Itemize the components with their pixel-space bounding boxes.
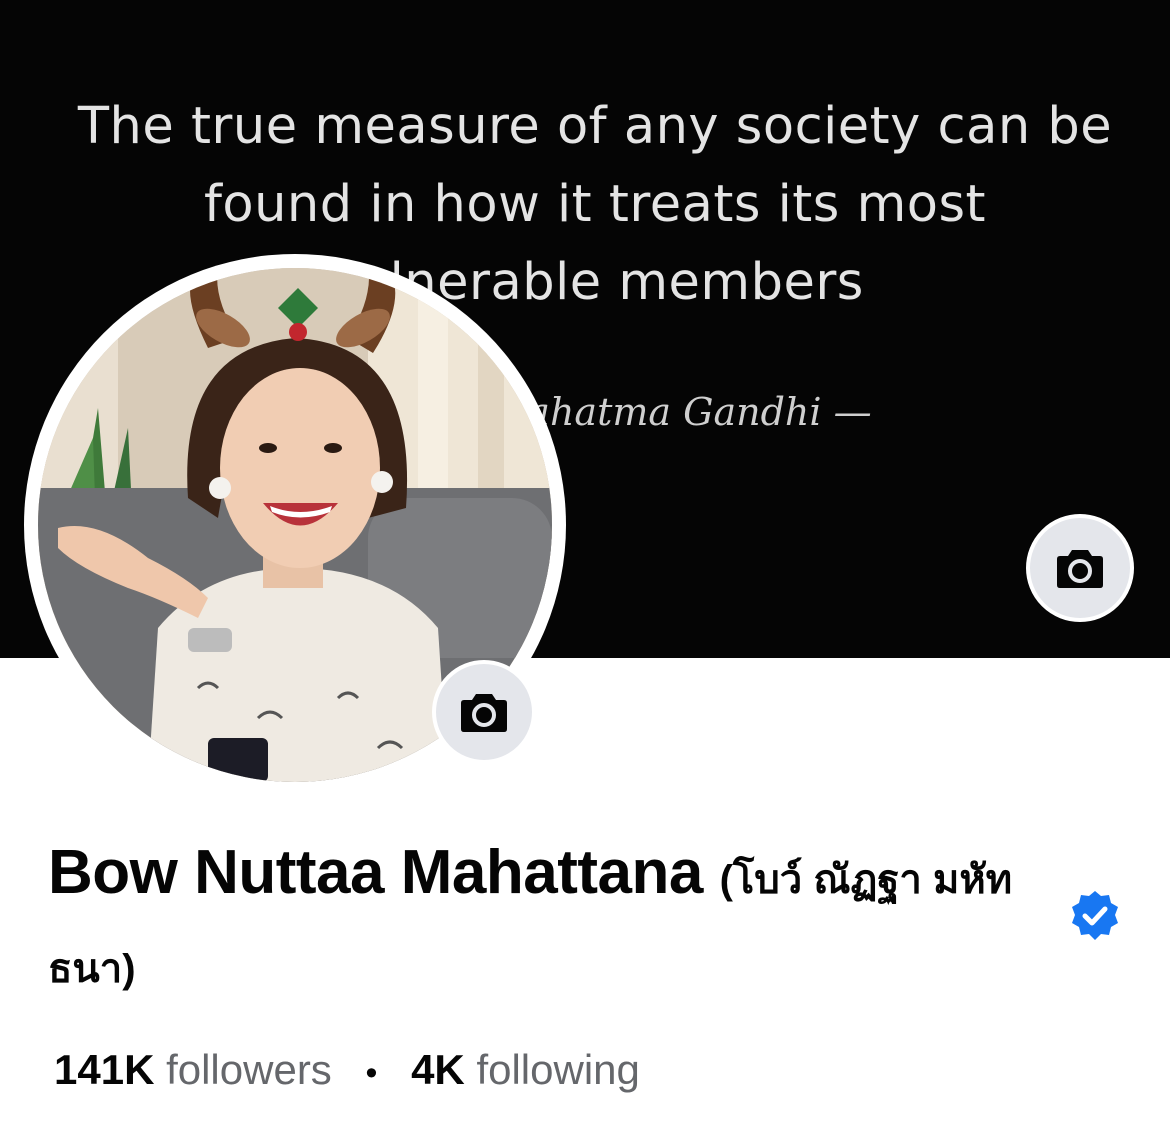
edit-profile-picture-button[interactable]: [432, 660, 536, 764]
profile-stats: 141K followers • 4K following: [54, 1044, 640, 1099]
following-label: following: [476, 1046, 640, 1093]
followers-link[interactable]: 141K followers: [54, 1046, 343, 1093]
followers-count: 141K: [54, 1046, 155, 1093]
stats-separator: •: [365, 1054, 378, 1092]
following-link[interactable]: 4K following: [411, 1046, 640, 1093]
verified-badge-icon: [1072, 891, 1118, 940]
edit-cover-photo-button[interactable]: [1026, 514, 1134, 622]
camera-icon: [1057, 550, 1103, 588]
profile-name-primary: Bow Nuttaa Mahattana: [48, 838, 703, 907]
following-count: 4K: [411, 1046, 465, 1093]
camera-icon: [461, 694, 507, 732]
followers-label: followers: [166, 1046, 332, 1093]
profile-name: Bow Nuttaa Mahattana (โบว์ ณัฏฐา มหัทธนา…: [48, 832, 1078, 1010]
